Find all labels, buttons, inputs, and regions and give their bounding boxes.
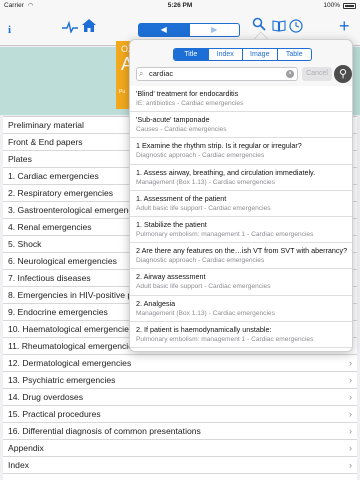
- result-subtitle: IE: antibiotics - Cardiac emergencies: [136, 100, 244, 107]
- search-result-item[interactable]: 1. Stabilize the patient Pulmonary emboli…: [130, 217, 352, 244]
- info-button[interactable]: i: [8, 22, 11, 38]
- toc-row-label: 9. Endocrine emergencies: [8, 307, 108, 317]
- battery-icon: [343, 3, 356, 9]
- search-field-icon: ⌕: [139, 69, 144, 78]
- toc-row-label: Appendix: [8, 443, 44, 453]
- search-result-item[interactable]: 'Blind' treatment for endocarditis IE: an…: [130, 86, 352, 113]
- result-title: 2. Analgesia: [136, 298, 176, 308]
- home-icon[interactable]: [82, 19, 96, 36]
- tab-image[interactable]: Image: [243, 49, 278, 60]
- add-button[interactable]: +: [339, 17, 350, 35]
- result-subtitle: Adult basic life support - Cardiac emerg…: [136, 283, 271, 291]
- search-result-item[interactable]: 2. Analgesia Management (Box 1.13) - Card…: [130, 296, 352, 322]
- magnifier-icon[interactable]: ⚲: [334, 65, 352, 83]
- result-title: 1. Assessment of the patient: [136, 193, 227, 203]
- result-subtitle: Diagnostic approach - Cardiac emergencie…: [136, 152, 265, 160]
- toc-row-label: 11. Rheumatological emergencies: [8, 341, 138, 351]
- toc-row-label: 12. Dermatological emergencies: [8, 358, 132, 368]
- toc-row-label: Plates: [8, 154, 32, 164]
- forward-button[interactable]: ▶: [190, 24, 240, 36]
- cover-text-3: Pu: [119, 89, 126, 95]
- chevron-right-icon: ›: [349, 426, 352, 436]
- result-title: 2. If patient is haemodynamically unstab…: [136, 324, 272, 334]
- result-subtitle: Diagnostic approach - Cardiac emergencie…: [136, 257, 265, 265]
- result-subtitle: Pulmonary embolism: management 1 - Cardi…: [136, 335, 314, 343]
- toc-row-label: 15. Practical procedures: [8, 409, 101, 419]
- ecg-pulse-icon[interactable]: [62, 20, 78, 37]
- result-title: 'Sub-acute' tamponade: [136, 115, 210, 125]
- toc-row[interactable]: 12. Dermatological emergencies ›: [3, 355, 357, 372]
- search-result-item[interactable]: 2 Are there any features on the…ish VT f…: [130, 243, 352, 270]
- toc-row[interactable]: 13. Psychiatric emergencies ›: [3, 372, 357, 389]
- result-title: 1. Assess airway, breathing, and circula…: [136, 167, 316, 177]
- search-results-list: 'Blind' treatment for endocarditis IE: an…: [130, 86, 352, 351]
- result-subtitle: Pulmonary embolism: management 1 - Cardi…: [136, 230, 314, 238]
- toc-row-label: 1. Cardiac emergencies: [8, 171, 99, 181]
- result-title: 1. Stabilize the patient: [136, 219, 207, 229]
- result-title: 2 Are there any features on the…ish VT f…: [136, 246, 348, 256]
- toc-row[interactable]: 14. Drug overdoses ›: [3, 389, 357, 406]
- result-subtitle: Management (Box 1.13) - Cardiac emergenc…: [136, 178, 275, 186]
- toc-row-label: 6. Neurological emergencies: [8, 256, 117, 266]
- result-title: 1 Examine the rhythm strip. Is it regula…: [136, 141, 302, 151]
- chevron-right-icon: ›: [349, 443, 352, 453]
- toc-row[interactable]: Index ›: [3, 457, 357, 474]
- toc-row[interactable]: Appendix ›: [3, 440, 357, 457]
- toc-row-label: 7. Infectious diseases: [8, 273, 91, 283]
- tab-table[interactable]: Table: [278, 49, 312, 60]
- search-input[interactable]: ⌕ cardiac ×: [136, 67, 298, 81]
- search-query: cardiac: [149, 69, 174, 78]
- toc-row-label: Index: [8, 460, 30, 470]
- result-subtitle: Causes - Cardiac emergencies: [136, 126, 227, 134]
- search-result-item[interactable]: 'Sub-acute' tamponade Causes - Cardiac em…: [130, 112, 352, 139]
- back-button[interactable]: ◀: [139, 24, 190, 36]
- clock-icon[interactable]: [289, 19, 303, 36]
- toc-row-label: 3. Gastroenterological emergencies: [8, 205, 144, 215]
- search-scope-tabs: Title Index Image Table: [173, 48, 312, 61]
- toc-row-label: 16. Differential diagnosis of common pre…: [8, 426, 201, 436]
- toc-row-label: 13. Psychiatric emergencies: [8, 375, 116, 385]
- chevron-right-icon: ›: [349, 375, 352, 385]
- result-subtitle: Management (Box 1.13) - Cardiac emergenc…: [136, 309, 275, 317]
- chevron-right-icon: ›: [349, 409, 352, 419]
- chevron-right-icon: ›: [349, 460, 352, 470]
- search-result-item[interactable]: 1 Examine the rhythm strip. Is it regula…: [130, 138, 352, 165]
- result-subtitle: Adult basic life support - Cardiac emerg…: [136, 204, 271, 212]
- search-result-item[interactable]: 1. Assess airway, breathing, and circula…: [130, 165, 352, 191]
- clear-search-icon[interactable]: ×: [286, 70, 294, 78]
- result-title: 'Blind' treatment for endocarditis: [136, 89, 239, 98]
- toc-row[interactable]: 16. Differential diagnosis of common pre…: [3, 423, 357, 440]
- search-result-item[interactable]: 1. Assessment of the patient Adult basic …: [130, 191, 352, 217]
- tab-index[interactable]: Index: [209, 49, 243, 60]
- search-result-item[interactable]: 2. Airway assessment Adult basic life sup…: [130, 269, 352, 296]
- search-result-item[interactable]: 2. If patient is haemodynamically unstab…: [130, 322, 352, 348]
- status-time: 5:26 PM: [167, 2, 193, 9]
- cancel-button[interactable]: Cancel: [302, 67, 332, 81]
- toc-row-label: 10. Haematological emergencies: [8, 324, 134, 334]
- toc-row-label: Preliminary material: [8, 120, 84, 130]
- battery-percent: 100%: [323, 2, 340, 9]
- toc-row-label: 14. Drug overdoses: [8, 392, 83, 402]
- toc-row-label: 5. Shock: [8, 239, 42, 249]
- tab-title[interactable]: Title: [174, 49, 209, 60]
- history-navigation: ◀ ▶: [138, 23, 240, 37]
- chevron-right-icon: ›: [349, 358, 352, 368]
- chevron-right-icon: ›: [349, 392, 352, 402]
- result-title: 2. Airway assessment: [136, 272, 206, 282]
- toc-row-label: Front & End papers: [8, 137, 83, 147]
- toc-row-label: 2. Respiratory emergencies: [8, 188, 114, 198]
- toc-row-label: 4. Renal emergencies: [8, 222, 92, 232]
- book-icon[interactable]: [272, 20, 286, 36]
- status-bar: Carrier ◠ 5:26 PM 100%: [0, 0, 360, 12]
- search-popover: Title Index Image Table ⌕ cardiac × Canc…: [129, 39, 353, 352]
- toc-row[interactable]: 15. Practical procedures ›: [3, 406, 357, 423]
